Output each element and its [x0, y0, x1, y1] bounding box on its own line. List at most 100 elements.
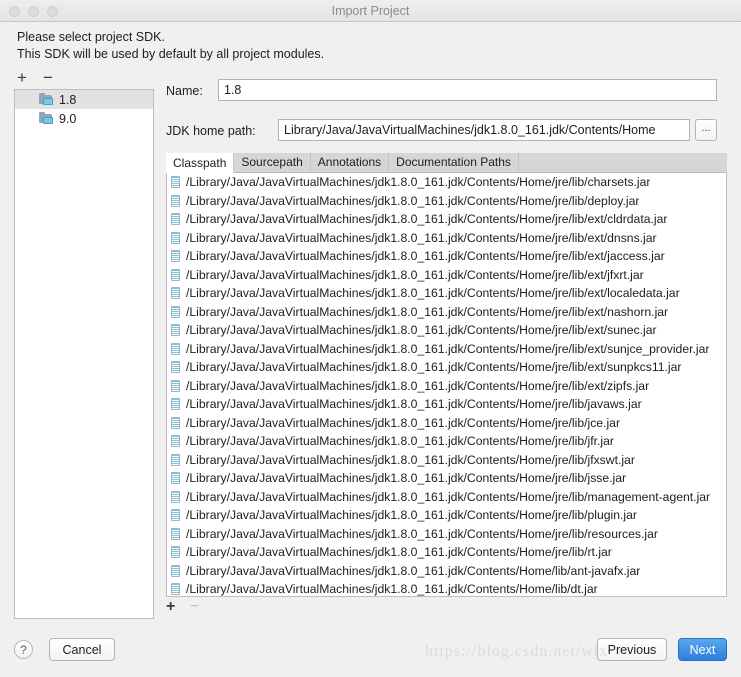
classpath-entry-path: /Library/Java/JavaVirtualMachines/jdk1.8… — [186, 286, 680, 301]
add-classpath-entry-button[interactable]: + — [166, 599, 175, 615]
classpath-entry-path: /Library/Java/JavaVirtualMachines/jdk1.8… — [186, 230, 657, 245]
classpath-list[interactable]: /Library/Java/JavaVirtualMachines/jdk1.8… — [166, 173, 727, 597]
jar-file-icon — [171, 379, 180, 392]
window-title: Import Project — [331, 4, 410, 18]
jar-file-icon — [171, 564, 180, 577]
classpath-row[interactable]: /Library/Java/JavaVirtualMachines/jdk1.8… — [167, 321, 726, 340]
classpath-row[interactable]: /Library/Java/JavaVirtualMachines/jdk1.8… — [167, 395, 726, 414]
remove-sdk-button[interactable]: − — [43, 69, 53, 86]
jar-file-icon — [171, 583, 180, 596]
classpath-row[interactable]: /Library/Java/JavaVirtualMachines/jdk1.8… — [167, 451, 726, 470]
classpath-entry-path: /Library/Java/JavaVirtualMachines/jdk1.8… — [186, 323, 657, 338]
classpath-row[interactable]: /Library/Java/JavaVirtualMachines/jdk1.8… — [167, 414, 726, 433]
classpath-row[interactable]: /Library/Java/JavaVirtualMachines/jdk1.8… — [167, 340, 726, 359]
browse-button[interactable]: ... — [695, 119, 717, 141]
jar-file-icon — [171, 250, 180, 263]
jar-file-icon — [171, 435, 180, 448]
jar-file-icon — [171, 213, 180, 226]
classpath-entry-path: /Library/Java/JavaVirtualMachines/jdk1.8… — [186, 545, 612, 560]
classpath-row[interactable]: /Library/Java/JavaVirtualMachines/jdk1.8… — [167, 266, 726, 285]
header-line-1: Please select project SDK. — [17, 30, 165, 44]
name-input[interactable]: 1.8 — [218, 79, 717, 101]
classpath-row[interactable]: /Library/Java/JavaVirtualMachines/jdk1.8… — [167, 229, 726, 248]
previous-button[interactable]: Previous — [597, 638, 667, 661]
classpath-entry-path: /Library/Java/JavaVirtualMachines/jdk1.8… — [186, 582, 598, 597]
jdk-home-path-label: JDK home path: — [166, 124, 256, 138]
classpath-entry-path: /Library/Java/JavaVirtualMachines/jdk1.8… — [186, 397, 642, 412]
import-project-dialog: Import Project Please select project SDK… — [0, 0, 741, 677]
jdk-folder-icon — [39, 111, 54, 125]
tab-documentation-paths[interactable]: Documentation Paths — [389, 152, 519, 172]
help-button[interactable]: ? — [14, 640, 33, 659]
classpath-entry-path: /Library/Java/JavaVirtualMachines/jdk1.8… — [186, 212, 668, 227]
sdk-list-item-9-0[interactable]: 9.0 — [15, 109, 153, 128]
jar-file-icon — [171, 324, 180, 337]
classpath-row[interactable]: /Library/Java/JavaVirtualMachines/jdk1.8… — [167, 358, 726, 377]
watermark: https://blog.csdn.net/wlx — [425, 643, 609, 660]
classpath-row[interactable]: /Library/Java/JavaVirtualMachines/jdk1.8… — [167, 469, 726, 488]
header-message: Please select project SDK. This SDK will… — [17, 29, 324, 63]
jdk-home-path-input[interactable]: Library/Java/JavaVirtualMachines/jdk1.8.… — [278, 119, 690, 141]
name-label: Name: — [166, 84, 203, 98]
jar-file-icon — [171, 231, 180, 244]
classpath-entry-path: /Library/Java/JavaVirtualMachines/jdk1.8… — [186, 471, 627, 486]
classpath-entry-path: /Library/Java/JavaVirtualMachines/jdk1.8… — [186, 267, 644, 282]
classpath-entry-path: /Library/Java/JavaVirtualMachines/jdk1.8… — [186, 434, 614, 449]
classpath-row[interactable]: /Library/Java/JavaVirtualMachines/jdk1.8… — [167, 377, 726, 396]
classpath-row[interactable]: /Library/Java/JavaVirtualMachines/jdk1.8… — [167, 210, 726, 229]
header-line-2: This SDK will be used by default by all … — [17, 47, 325, 61]
classpath-entry-path: /Library/Java/JavaVirtualMachines/jdk1.8… — [186, 175, 651, 190]
classpath-row[interactable]: /Library/Java/JavaVirtualMachines/jdk1.8… — [167, 488, 726, 507]
classpath-entry-path: /Library/Java/JavaVirtualMachines/jdk1.8… — [186, 489, 711, 504]
classpath-entry-path: /Library/Java/JavaVirtualMachines/jdk1.8… — [186, 378, 650, 393]
tab-annotations[interactable]: Annotations — [311, 152, 390, 172]
jar-file-icon — [171, 176, 180, 189]
next-button[interactable]: Next — [678, 638, 727, 661]
classpath-entry-path: /Library/Java/JavaVirtualMachines/jdk1.8… — [186, 563, 641, 578]
sdk-list-item-label: 1.8 — [59, 92, 77, 107]
classpath-entry-path: /Library/Java/JavaVirtualMachines/jdk1.8… — [186, 341, 710, 356]
jar-file-icon — [171, 546, 180, 559]
classpath-row[interactable]: /Library/Java/JavaVirtualMachines/jdk1.8… — [167, 247, 726, 266]
tab-classpath[interactable]: Classpath — [166, 153, 235, 173]
classpath-entry-path: /Library/Java/JavaVirtualMachines/jdk1.8… — [186, 452, 635, 467]
classpath-row[interactable]: /Library/Java/JavaVirtualMachines/jdk1.8… — [167, 562, 726, 581]
classpath-row[interactable]: /Library/Java/JavaVirtualMachines/jdk1.8… — [167, 543, 726, 562]
jar-file-icon — [171, 361, 180, 374]
classpath-entry-path: /Library/Java/JavaVirtualMachines/jdk1.8… — [186, 526, 658, 541]
classpath-entry-path: /Library/Java/JavaVirtualMachines/jdk1.8… — [186, 360, 682, 375]
tab-sourcepath[interactable]: Sourcepath — [234, 152, 311, 172]
jar-file-icon — [171, 527, 180, 540]
jar-file-icon — [171, 490, 180, 503]
sdk-list-item-label: 9.0 — [59, 111, 77, 126]
classpath-row[interactable]: /Library/Java/JavaVirtualMachines/jdk1.8… — [167, 173, 726, 192]
paths-tabstrip: Classpath Sourcepath Annotations Documen… — [166, 152, 727, 173]
jar-file-icon — [171, 342, 180, 355]
sdk-list[interactable]: 1.8 9.0 — [14, 89, 154, 619]
classpath-row[interactable]: /Library/Java/JavaVirtualMachines/jdk1.8… — [167, 284, 726, 303]
classpath-row[interactable]: /Library/Java/JavaVirtualMachines/jdk1.8… — [167, 432, 726, 451]
classpath-entry-path: /Library/Java/JavaVirtualMachines/jdk1.8… — [186, 508, 637, 523]
classpath-row[interactable]: /Library/Java/JavaVirtualMachines/jdk1.8… — [167, 506, 726, 525]
jar-file-icon — [171, 268, 180, 281]
window-titlebar: Import Project — [0, 0, 741, 22]
classpath-entry-path: /Library/Java/JavaVirtualMachines/jdk1.8… — [186, 249, 665, 264]
jar-file-icon — [171, 472, 180, 485]
classpath-row[interactable]: /Library/Java/JavaVirtualMachines/jdk1.8… — [167, 192, 726, 211]
jar-file-icon — [171, 305, 180, 318]
jar-file-icon — [171, 416, 180, 429]
add-sdk-button[interactable]: + — [17, 69, 27, 86]
remove-classpath-entry-button[interactable]: − — [190, 599, 199, 615]
classpath-row[interactable]: /Library/Java/JavaVirtualMachines/jdk1.8… — [167, 303, 726, 322]
classpath-toolbar: + − — [166, 599, 727, 621]
jar-file-icon — [171, 453, 180, 466]
jar-file-icon — [171, 287, 180, 300]
jar-file-icon — [171, 398, 180, 411]
cancel-button[interactable]: Cancel — [49, 638, 115, 661]
classpath-row[interactable]: /Library/Java/JavaVirtualMachines/jdk1.8… — [167, 525, 726, 544]
classpath-row[interactable]: /Library/Java/JavaVirtualMachines/jdk1.8… — [167, 580, 726, 597]
classpath-entry-path: /Library/Java/JavaVirtualMachines/jdk1.8… — [186, 415, 621, 430]
classpath-entry-path: /Library/Java/JavaVirtualMachines/jdk1.8… — [186, 193, 640, 208]
jdk-folder-icon — [39, 92, 54, 106]
sdk-list-item-1-8[interactable]: 1.8 — [15, 90, 153, 109]
